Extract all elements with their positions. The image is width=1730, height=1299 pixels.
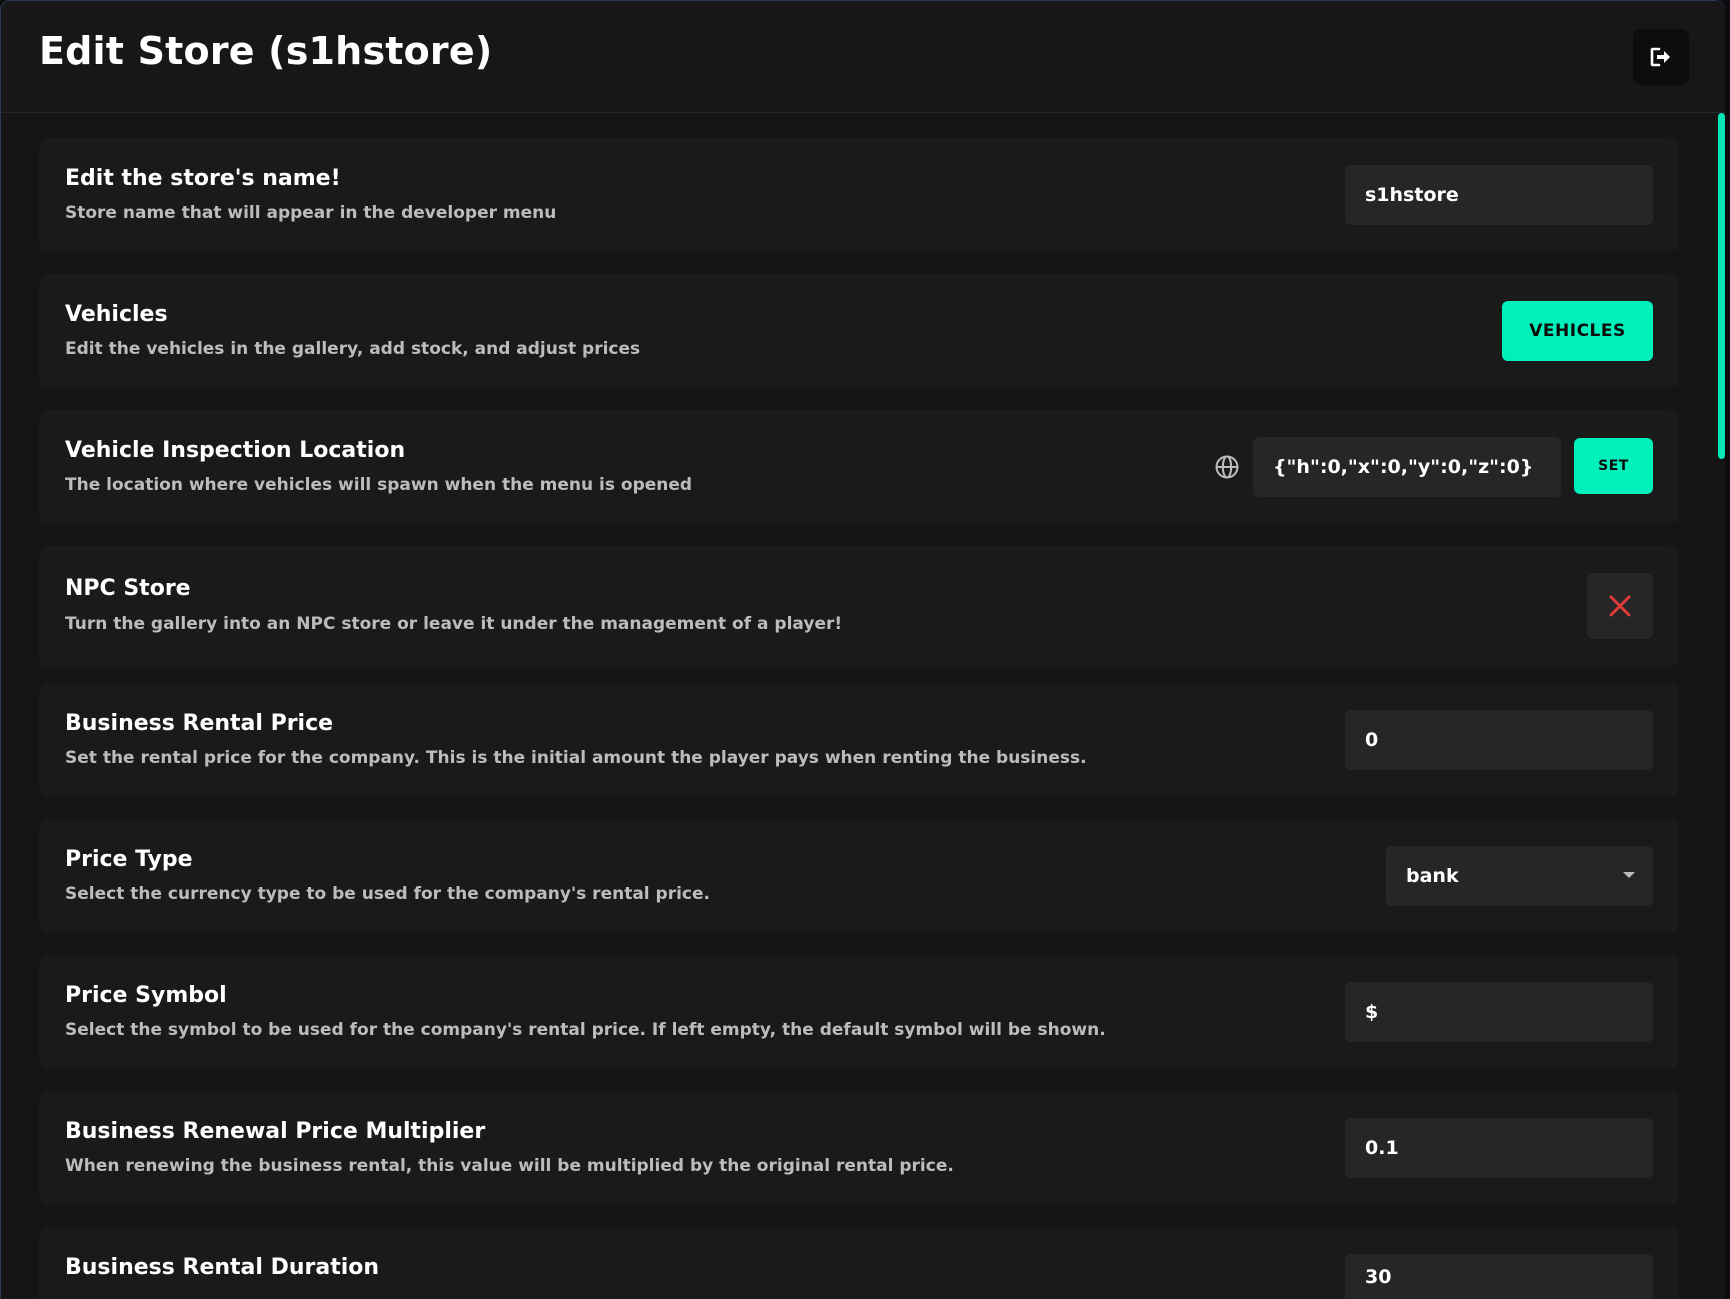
- chevron-down-icon: [1623, 872, 1635, 878]
- setting-vehicles: Vehicles Edit the vehicles in the galler…: [39, 274, 1679, 388]
- setting-rental-duration: Business Rental Duration 30: [39, 1227, 1679, 1299]
- settings-list: Edit the store's name! Store name that w…: [1, 113, 1725, 1299]
- setting-description: When renewing the business rental, this …: [65, 1156, 954, 1176]
- setting-title: Price Symbol: [65, 983, 227, 1008]
- setting-title: NPC Store: [65, 576, 191, 601]
- setting-npc-store: NPC Store Turn the gallery into an NPC s…: [39, 546, 1679, 667]
- set-location-button[interactable]: SET: [1574, 438, 1653, 494]
- price-type-select[interactable]: bank: [1386, 846, 1653, 906]
- setting-title: Edit the store's name!: [65, 166, 341, 191]
- globe-icon[interactable]: [1215, 455, 1239, 479]
- sign-out-icon: [1650, 47, 1670, 67]
- rental-price-input[interactable]: 0: [1345, 710, 1653, 770]
- setting-description: Select the symbol to be used for the com…: [65, 1020, 1106, 1040]
- setting-price-symbol: Price Symbol Select the symbol to be use…: [39, 955, 1679, 1069]
- setting-title: Business Rental Duration: [65, 1255, 380, 1280]
- store-name-input[interactable]: s1hstore: [1345, 165, 1653, 225]
- inspection-location-input[interactable]: {"h":0,"x":0,"y":0,"z":0}: [1253, 437, 1561, 497]
- setting-inspection-location: Vehicle Inspection Location The location…: [39, 410, 1679, 524]
- setting-rental-price: Business Rental Price Set the rental pri…: [39, 683, 1679, 797]
- setting-renewal-multiplier: Business Renewal Price Multiplier When r…: [39, 1091, 1679, 1205]
- setting-title: Business Rental Price: [65, 711, 334, 736]
- setting-title: Business Renewal Price Multiplier: [65, 1119, 486, 1144]
- rental-duration-input[interactable]: 30: [1345, 1254, 1653, 1299]
- setting-description: Turn the gallery into an NPC store or le…: [65, 614, 843, 634]
- setting-store-name: Edit the store's name! Store name that w…: [39, 138, 1679, 252]
- edit-store-window: Edit Store (s1hstore) Edit the store's n…: [0, 0, 1725, 1299]
- page-title: Edit Store (s1hstore): [39, 29, 493, 73]
- setting-price-type: Price Type Select the currency type to b…: [39, 819, 1679, 933]
- npc-store-toggle[interactable]: [1587, 573, 1653, 639]
- setting-description: Select the currency type to be used for …: [65, 884, 710, 904]
- price-type-value: bank: [1406, 865, 1459, 887]
- setting-title: Vehicles: [65, 302, 168, 327]
- close-icon: [1609, 595, 1631, 617]
- exit-button[interactable]: [1633, 29, 1689, 85]
- setting-title: Vehicle Inspection Location: [65, 438, 406, 463]
- setting-description: Set the rental price for the company. Th…: [65, 748, 1087, 768]
- setting-description: Store name that will appear in the devel…: [65, 203, 557, 223]
- price-symbol-input[interactable]: $: [1345, 982, 1653, 1042]
- setting-description: The location where vehicles will spawn w…: [65, 475, 693, 495]
- header: Edit Store (s1hstore): [1, 1, 1725, 113]
- setting-description: Edit the vehicles in the gallery, add st…: [65, 339, 641, 359]
- renewal-multiplier-input[interactable]: 0.1: [1345, 1118, 1653, 1178]
- scrollbar-thumb[interactable]: [1718, 113, 1725, 459]
- vehicles-button[interactable]: VEHICLES: [1502, 301, 1653, 361]
- setting-title: Price Type: [65, 847, 193, 872]
